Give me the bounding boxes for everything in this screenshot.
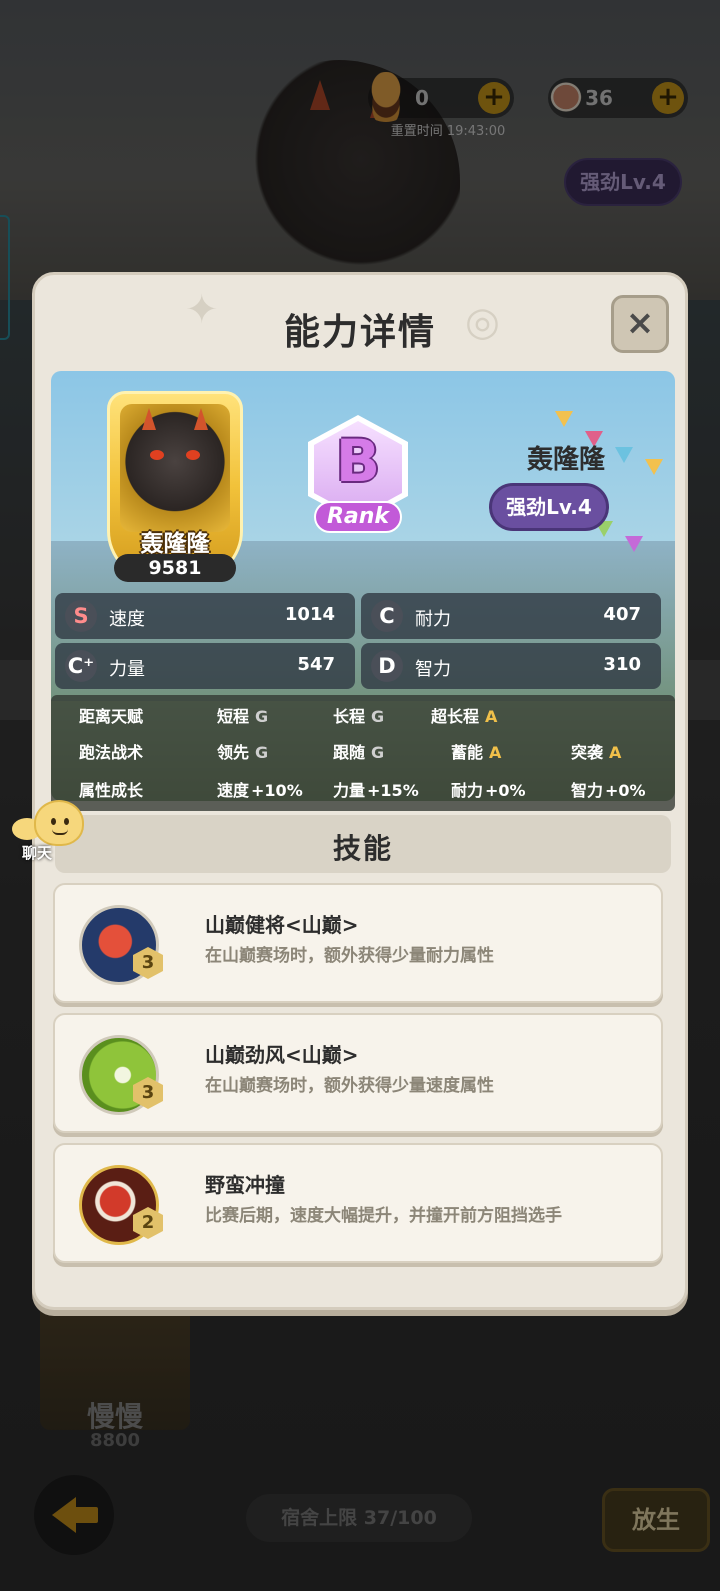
skill-card[interactable]: 2 野蛮冲撞 比赛后期，速度大幅提升，并撞开前方阻挡选手 <box>53 1143 663 1263</box>
attr-item: 跟随 G <box>333 743 385 762</box>
attributes-panel: 距离天赋 短程 G 长程 G 超长程 A 跑法战术 领先 G 跟随 G 蓄能 A 突袭 A 属… <box>51 695 675 811</box>
monster-level: 强劲Lv.4 <box>489 483 609 531</box>
monster-avatar <box>120 404 230 532</box>
flag <box>555 411 573 427</box>
stat-name: 力量 <box>109 659 145 680</box>
stat-grade: C <box>371 600 403 632</box>
attr-item: 超长程 A <box>431 707 498 726</box>
stat-value: 547 <box>297 654 335 675</box>
distance-row: 距离天赋 短程 G 长程 G 超长程 A <box>51 695 675 731</box>
attr-item: 智力 +0% <box>571 781 646 800</box>
stat-grade: C⁺ <box>65 650 97 682</box>
stat-name: 速度 <box>109 609 145 630</box>
horn-icon <box>194 408 208 430</box>
skill-desc: 在山巅赛场时，额外获得少量速度属性 <box>205 1076 494 1096</box>
smiley-icon <box>34 800 84 846</box>
skill-card[interactable]: 3 山巅劲风<山巅> 在山巅赛场时，额外获得少量速度属性 <box>53 1013 663 1133</box>
skill-card[interactable]: 3 山巅健将<山巅> 在山巅赛场时，额外获得少量耐力属性 <box>53 883 663 1003</box>
chat-label: 聊天 <box>22 844 53 862</box>
rank-label: Rank <box>314 501 402 533</box>
attr-item: 速度 +10% <box>217 781 303 800</box>
eye-icon <box>186 450 200 460</box>
skill-desc: 比赛后期，速度大幅提升，并撞开前方阻挡选手 <box>205 1206 562 1226</box>
skills-title: 技能 <box>332 832 393 865</box>
close-button[interactable]: × <box>611 295 669 353</box>
attr-item: 蓄能 A <box>451 743 502 762</box>
stat-stamina: C 耐力 407 <box>361 593 661 639</box>
attr-label: 属性成长 <box>79 781 144 800</box>
growth-row: 属性成长 速度 +10% 力量 +15% 耐力 +0% 智力 +0% <box>51 769 675 805</box>
skill-desc: 在山巅赛场时，额外获得少量耐力属性 <box>205 946 494 966</box>
tactics-row: 跑法战术 领先 G 跟随 G 蓄能 A 突袭 A <box>51 731 675 767</box>
stat-grade: S <box>65 600 97 632</box>
attr-label: 距离天赋 <box>79 707 144 726</box>
stat-value: 407 <box>603 604 641 625</box>
eye-icon <box>150 450 164 460</box>
stat-name: 智力 <box>415 659 451 680</box>
portrait-name: 轰隆隆 <box>140 531 210 557</box>
rank-letter: B <box>335 427 381 495</box>
attr-item: 长程 G <box>333 707 385 726</box>
ability-detail-modal: ✦ ◎ 能力详情 × 轰隆隆 9581 B Rank 轰隆隆 强劲Lv.4 S … <box>32 272 688 1310</box>
skill-name: 山巅健将<山巅> <box>205 913 359 937</box>
stat-value: 1014 <box>284 604 335 625</box>
portrait-score: 9581 <box>114 554 236 582</box>
stat-grade: D <box>371 650 403 682</box>
attr-item: 领先 G <box>217 743 269 762</box>
stat-value: 310 <box>603 654 641 675</box>
stat-speed: S 速度 1014 <box>55 593 355 639</box>
stat-name: 耐力 <box>415 609 451 630</box>
chat-button[interactable]: 聊天 <box>8 800 88 864</box>
modal-title: 能力详情 <box>283 312 436 353</box>
attr-item: 力量 +15% <box>333 781 419 800</box>
skills-header: 技能 <box>55 815 671 873</box>
flag <box>625 536 643 552</box>
skill-name: 野蛮冲撞 <box>205 1173 285 1197</box>
horn-icon <box>142 408 156 430</box>
attr-label: 跑法战术 <box>79 743 144 762</box>
monster-portrait: 轰隆隆 9581 <box>107 391 243 582</box>
monster-name: 轰隆隆 <box>526 445 605 475</box>
attr-item: 突袭 A <box>571 743 622 762</box>
stat-intelligence: D 智力 310 <box>361 643 661 689</box>
attr-item: 耐力 +0% <box>451 781 526 800</box>
attr-item: 短程 G <box>217 707 269 726</box>
skill-name: 山巅劲风<山巅> <box>205 1043 359 1067</box>
stat-power: C⁺ 力量 547 <box>55 643 355 689</box>
rank-badge: B Rank <box>308 415 408 533</box>
